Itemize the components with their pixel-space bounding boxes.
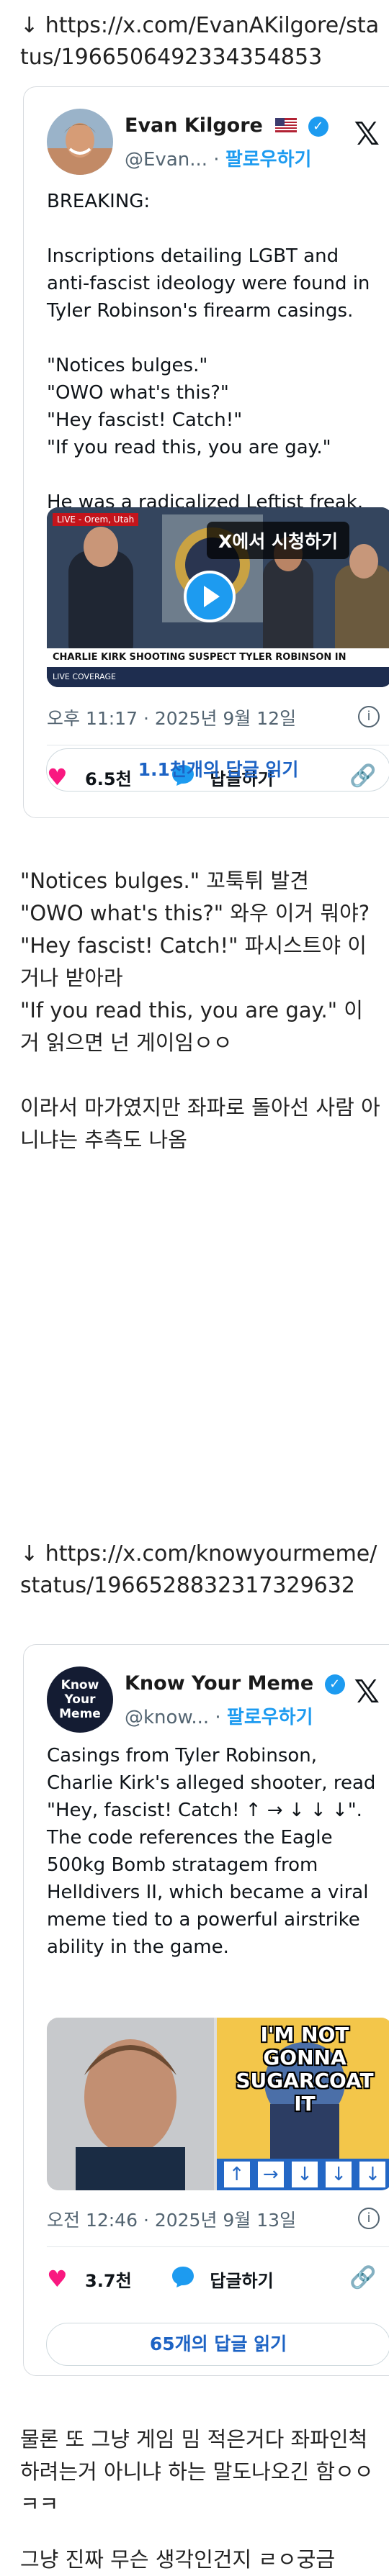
source-url[interactable]: https://x.com/EvanAKilgore/status/196650… [20,13,379,70]
comment-line: 이라서 마가였지만 좌파로 돌아선 사람 아니냐는 추측도 나옴 [20,1095,380,1152]
verified-badge-icon: ✓ [324,1674,345,1695]
link-icon: 🔗 [349,2265,377,2290]
read-replies-button[interactable]: 65개의 답글 읽기 [46,2323,389,2366]
info-icon[interactable]: i [358,706,380,727]
tweet-line: Casings from Tyler Robinson, Charlie Kir… [47,1745,376,1958]
comment-line: "Hey fascist! Catch!" 파시스트야 이거나 받아라 [20,933,367,990]
source-url[interactable]: https://x.com/knowyourmeme/status/196652… [20,1541,377,1598]
avatar[interactable] [47,109,113,175]
handle[interactable]: @know... [125,1707,209,1728]
tweet-header: Evan Kilgore ✓ @Evan... · 팔로우하기 𝕏 [47,109,389,181]
news-chyron-sub: LIVE COVERAGE [47,667,389,687]
display-name[interactable]: Know Your Meme ✓ [125,1672,345,1695]
comment-block-2: 물론 또 그냥 게임 밈 적은거다 좌파인척 하려는거 아니냐 하는 말도나오긴… [20,2423,380,2576]
tweet-line: "OWO what's this?" [47,382,229,404]
copy-link-button[interactable]: 🔗 링 [349,2265,389,2290]
reply-button[interactable]: 답글하기 [171,2265,274,2292]
heart-icon: ♥ [47,2265,68,2292]
arrow-up-icon: ↑ [223,2162,250,2187]
arrow-down-icon: ↓ [291,2162,318,2187]
divider [47,2246,389,2247]
tweet-line [47,215,385,242]
play-button-icon[interactable] [184,571,236,622]
down-arrow-icon: ↓ [20,13,39,38]
tweet-line: "Hey fascist! Catch!" [47,409,243,431]
tweet-header: Know Your Meme Know Your Meme ✓ @know...… [47,1666,389,1738]
tweet-line: "Notices bulges." [47,355,208,376]
stratagem-arrows: ↑ → ↓ ↓ ↓ [220,2162,389,2187]
source-link-1[interactable]: ↓ https://x.com/EvanAKilgore/status/1966… [20,10,380,73]
comment-line: 그냥 진짜 무슨 생각인건지 ㄹㅇ궁금 [20,2547,336,2572]
arrow-down-icon: ↓ [326,2162,352,2187]
tweet-card-evan-kilgore: Evan Kilgore ✓ @Evan... · 팔로우하기 𝕏 BREAKI… [23,86,389,818]
avatar[interactable]: Know Your Meme [47,1666,113,1733]
timestamp[interactable]: 오후 11:17 · 2025년 9월 12일 [47,704,296,730]
live-tag: LIVE - Orem, Utah [53,513,139,526]
comment-line: "If you read this, you are gay." 이거 읽으면 … [20,998,363,1055]
tweet-text: Casings from Tyler Robinson, Charlie Kir… [47,1742,385,1961]
meme-caption: I'M NOT GONNA SUGARCOAT IT [236,2023,374,2115]
read-replies-button[interactable]: 1.1천개의 답글 읽기 [46,748,389,792]
x-logo-icon[interactable]: 𝕏 [354,116,380,153]
comment-line [20,2521,380,2544]
video-thumbnail[interactable]: LIVE - Orem, Utah X에서 시청하기 CHARLIE KIRK … [47,507,389,687]
comment-line [20,1059,380,1092]
tweet-line: "If you read this, you are gay." [47,437,331,458]
tweet-line [47,461,385,489]
tweet-line: Inscriptions detailing LGBT and anti-fas… [47,245,370,322]
handle[interactable]: @Evan... [125,149,207,171]
news-chyron: CHARLIE KIRK SHOOTING SUSPECT TYLER ROBI… [47,648,389,681]
action-bar: ♥ 3.7천 답글하기 🔗 링 [47,2265,389,2301]
like-button[interactable]: ♥ 3.7천 [47,2265,132,2292]
down-arrow-icon: ↓ [20,1541,39,1566]
tweet-line: BREAKING: [47,191,151,212]
watch-on-x-overlay[interactable]: X에서 시청하기 [207,522,349,559]
source-link-2[interactable]: ↓ https://x.com/knowyourmeme/status/1966… [20,1538,380,1602]
x-logo-icon[interactable]: 𝕏 [354,1674,380,1710]
timestamp[interactable]: 오전 12:46 · 2025년 9월 13일 [47,2206,296,2232]
tweet-line [47,325,385,352]
tweet-text: BREAKING: Inscriptions detailing LGBT an… [47,188,385,516]
comment-block-1: "Notices bulges." 꼬툭튀 발견 "OWO what's thi… [20,865,380,1156]
verified-badge-icon: ✓ [308,116,328,137]
arrow-right-icon: → [257,2162,284,2187]
tweet-image[interactable]: I'M NOT GONNA SUGARCOAT IT ↑ → ↓ ↓ ↓ [47,2018,389,2190]
display-name[interactable]: Evan Kilgore ✓ [125,114,328,137]
comment-line: 물론 또 그냥 게임 밈 적은거다 좌파인척 하려는거 아니냐 하는 말도나오긴… [20,2427,374,2516]
speech-bubble-icon [171,2267,201,2292]
arrow-down-icon: ↓ [359,2162,386,2187]
us-flag-icon [275,115,298,137]
tweet-card-know-your-meme: Know Your Meme Know Your Meme ✓ @know...… [23,1644,389,2376]
follow-button[interactable]: 팔로우하기 [225,149,312,171]
comment-line: "Notices bulges." 꼬툭튀 발견 [20,869,309,893]
comment-line: "OWO what's this?" 와우 이거 뭐야? [20,901,370,925]
handle-line: @know... · 팔로우하기 [125,1707,313,1728]
follow-button[interactable]: 팔로우하기 [227,1707,313,1728]
handle-line: @Evan... · 팔로우하기 [125,149,312,171]
info-icon[interactable]: i [358,2208,380,2229]
